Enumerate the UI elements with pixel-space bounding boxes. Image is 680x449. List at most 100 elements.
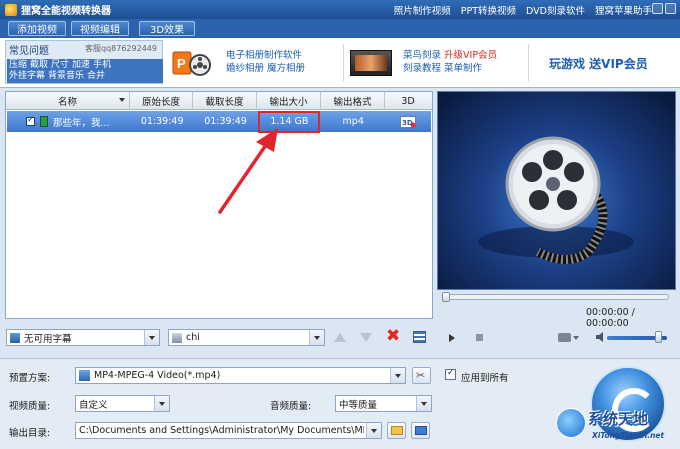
preset-label: 预置方案: bbox=[9, 373, 51, 384]
preset-select[interactable]: MP4-MPEG-4 Video(*.mp4) bbox=[75, 367, 406, 384]
effect-3d-button[interactable]: 3D效果 bbox=[139, 21, 195, 36]
chevron-down-icon[interactable] bbox=[416, 396, 431, 411]
col-3d[interactable]: 3D bbox=[385, 92, 431, 110]
col-original-length[interactable]: 原始长度 bbox=[130, 92, 193, 110]
stop-icon[interactable] bbox=[476, 334, 483, 341]
ppt-reel-icon[interactable]: P bbox=[172, 49, 212, 79]
minimize-button[interactable] bbox=[652, 3, 663, 14]
faq-link-phone[interactable]: 手机 bbox=[93, 60, 111, 70]
video-preview[interactable] bbox=[437, 91, 676, 290]
link-ppt-video[interactable]: PPT转换视频 bbox=[461, 3, 516, 17]
promo-menu-make[interactable]: 菜单制作 bbox=[444, 63, 482, 74]
col-output-size[interactable]: 输出大小 bbox=[257, 92, 321, 110]
watermark-title: 系统天地 bbox=[588, 410, 649, 428]
faq-title[interactable]: 常见问题 bbox=[9, 42, 49, 57]
cell-3d[interactable]: 3D bbox=[385, 111, 431, 132]
chevron-down-icon[interactable] bbox=[390, 368, 405, 383]
delete-icon[interactable]: ✖ bbox=[386, 328, 400, 345]
seek-bar[interactable] bbox=[442, 292, 669, 302]
cell-output-format: mp4 bbox=[342, 116, 364, 127]
link-apple-helper[interactable]: 狸窝苹果助手 bbox=[595, 3, 652, 17]
audio-track-select[interactable]: chi bbox=[168, 329, 325, 346]
open-output-button[interactable] bbox=[411, 422, 430, 439]
subtitle-icon bbox=[10, 332, 20, 343]
browse-folder-button[interactable] bbox=[387, 422, 406, 439]
faq-link-subtitle[interactable]: 外挂字幕 bbox=[9, 71, 45, 81]
chevron-down-icon[interactable] bbox=[144, 330, 159, 345]
col-name[interactable]: 名称 bbox=[6, 92, 130, 110]
output-dir-value: C:\Documents and Settings\Administrator\… bbox=[79, 425, 364, 436]
snapshot-camera-icon[interactable] bbox=[558, 333, 571, 342]
chevron-down-icon[interactable] bbox=[366, 423, 381, 438]
watermark-subtitle: XiTongTianDi.net bbox=[592, 431, 665, 440]
app-logo-icon bbox=[5, 3, 17, 16]
video-quality-label: 视频质量: bbox=[9, 401, 51, 412]
apply-all-checkbox[interactable] bbox=[445, 368, 456, 380]
film-reel-icon bbox=[478, 136, 634, 264]
subtitle-select[interactable]: 无可用字幕 bbox=[6, 329, 160, 346]
movie-burn-icon[interactable] bbox=[350, 50, 392, 76]
col-output-format[interactable]: 输出格式 bbox=[321, 92, 385, 110]
faq-link-size[interactable]: 尺寸 bbox=[51, 60, 69, 70]
promo-burn: 菜鸟刻录 升级VIP会员 刻录教程 菜单制作 bbox=[403, 49, 497, 75]
preset-value: MP4-MPEG-4 Video(*.mp4) bbox=[94, 370, 221, 381]
output-dir-label: 输出目录: bbox=[9, 428, 51, 439]
faq-link-compress[interactable]: 压缩 bbox=[9, 60, 27, 70]
red-pointer-arrow-icon bbox=[218, 128, 278, 214]
audio-track-icon bbox=[172, 332, 182, 343]
file-list-icon[interactable] bbox=[413, 331, 426, 343]
site-watermark: 系统天地 XiTongTianDi.net bbox=[556, 406, 676, 446]
output-dir-select[interactable]: C:\Documents and Settings\Administrator\… bbox=[75, 422, 382, 439]
move-up-icon[interactable] bbox=[334, 333, 346, 342]
subtitle-select-value: 无可用字幕 bbox=[24, 333, 72, 345]
row-checkbox[interactable] bbox=[26, 115, 35, 126]
link-dvd-burn[interactable]: DVD刻录软件 bbox=[526, 3, 585, 17]
preset-settings-button[interactable]: ✂ bbox=[412, 367, 431, 384]
svg-text:P: P bbox=[177, 56, 186, 71]
promo-wedding-album[interactable]: 婚纱相册 bbox=[226, 63, 264, 74]
video-file-icon bbox=[39, 116, 48, 127]
link-photo-video[interactable]: 照片制作视频 bbox=[394, 3, 451, 17]
volume-knob[interactable] bbox=[655, 331, 662, 343]
faq-link-speed[interactable]: 加速 bbox=[72, 60, 90, 70]
play-icon[interactable] bbox=[449, 334, 455, 342]
promo-burn-link[interactable]: 菜鸟刻录 bbox=[403, 50, 441, 61]
watermark-logo-icon bbox=[556, 408, 586, 438]
promo-cube-album[interactable]: 魔方相册 bbox=[267, 63, 305, 74]
main-toolbar: 添加视频 视频编辑 3D效果 bbox=[0, 19, 680, 38]
edit-video-button[interactable]: 视频编辑 bbox=[71, 21, 129, 36]
banner-divider bbox=[343, 44, 344, 82]
video-quality-select[interactable]: 自定义 bbox=[75, 395, 170, 412]
volume-icon[interactable] bbox=[596, 332, 604, 342]
table-header: 名称 原始长度 截取长度 输出大小 输出格式 3D bbox=[6, 92, 432, 110]
folder-icon bbox=[391, 426, 403, 435]
promo-album-link[interactable]: 电子相册制作软件 bbox=[226, 49, 305, 62]
faq-link-cut[interactable]: 截取 bbox=[30, 60, 48, 70]
window-controls bbox=[652, 3, 676, 14]
audio-quality-label: 音频质量: bbox=[270, 401, 312, 412]
faq-link-merge[interactable]: 合并 bbox=[87, 71, 105, 81]
cell-original-length: 01:39:49 bbox=[140, 116, 184, 127]
sort-arrow-icon bbox=[119, 98, 125, 102]
snapshot-dropdown-icon[interactable] bbox=[573, 336, 579, 340]
apply-all-label: 应用到所有 bbox=[461, 373, 509, 384]
add-video-button[interactable]: 添加视频 bbox=[8, 21, 66, 36]
faq-link-bgm[interactable]: 背景音乐 bbox=[48, 71, 84, 81]
promo-burn-tutorial[interactable]: 刻录教程 bbox=[403, 63, 441, 74]
seek-knob[interactable] bbox=[442, 292, 450, 302]
audio-quality-select[interactable]: 中等质量 bbox=[335, 395, 432, 412]
faq-panel: 常见问题 客服qq876292449 压缩 截取 尺寸 加速 手机 外挂字幕 背景音乐 合并 bbox=[5, 40, 163, 84]
cell-name: 那些年，我... bbox=[52, 117, 110, 129]
chevron-down-icon[interactable] bbox=[154, 396, 169, 411]
move-down-icon[interactable] bbox=[360, 333, 372, 342]
promo-play-game-vip[interactable]: 玩游戏 送VIP会员 bbox=[549, 55, 648, 72]
chevron-down-icon[interactable] bbox=[309, 330, 324, 345]
audio-quality-value: 中等质量 bbox=[339, 399, 378, 411]
close-button[interactable] bbox=[665, 3, 676, 14]
video-quality-value: 自定义 bbox=[79, 399, 108, 411]
output-folder-icon bbox=[415, 426, 427, 435]
promo-vip-upgrade[interactable]: 升级VIP会员 bbox=[444, 50, 497, 61]
player-controls bbox=[437, 325, 676, 351]
banner-divider-2 bbox=[528, 44, 529, 82]
col-cut-length[interactable]: 截取长度 bbox=[193, 92, 257, 110]
